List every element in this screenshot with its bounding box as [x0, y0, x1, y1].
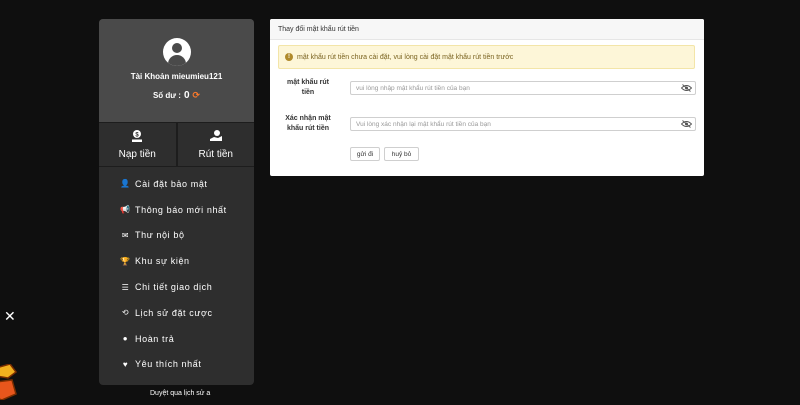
sidebar-item-label: Cài đặt bảo mật	[135, 178, 208, 189]
sidebar-item-notifications[interactable]: 📢 Thông báo mới nhất	[99, 197, 254, 223]
deposit-label: Nạp tiền	[118, 149, 156, 160]
password-label: mật khẩu rút tiền	[286, 79, 329, 96]
sidebar-item-label: Thư nội bộ	[135, 230, 185, 241]
confirm-password-label: Xác nhận mật khẩu rút tiền	[285, 115, 331, 132]
confirm-password-placeholder: Vui lòng xác nhận lại mật khẩu rút tiền …	[356, 120, 491, 128]
megaphone-icon: 📢	[120, 205, 131, 215]
profile-card: Tài Khoản mieumieu121 Số dư : 0 ⟳	[99, 19, 254, 122]
submit-button[interactable]: gửi đi	[350, 147, 380, 161]
account-name: Tài Khoản mieumieu121	[130, 72, 223, 81]
sidebar-item-security[interactable]: 👤 Cài đặt bảo mật	[99, 171, 254, 197]
avatar-icon	[162, 38, 191, 66]
withdraw-password-panel: Thay đổi mật khẩu rút tiền ! mật khẩu rú…	[270, 19, 704, 176]
list-icon: ☰	[121, 282, 130, 292]
withdraw-password-input[interactable]: vui lòng nhập mật khẩu rút tiền của bạn	[350, 81, 696, 95]
browse-history-link[interactable]: Duyệt qua lịch sử a	[150, 390, 210, 397]
brand-logo-icon	[0, 363, 18, 401]
sidebar-item-label: Thông báo mới nhất	[135, 204, 227, 215]
sidebar-menu: 👤 Cài đặt bảo mật 📢 Thông báo mới nhất ✉…	[99, 167, 254, 377]
sidebar-item-events[interactable]: 🏆 Khu sự kiện	[99, 248, 254, 274]
sidebar-item-label: Hoàn trả	[135, 333, 175, 344]
sidebar-item-inbox[interactable]: ✉ Thư nội bộ	[99, 223, 254, 249]
history-icon: ⟲	[121, 308, 130, 318]
sidebar-item-label: Chi tiết giao dịch	[135, 282, 213, 293]
confirm-password-row: Xác nhận mật khẩu rút tiền Vui lòng xác …	[278, 114, 696, 134]
heart-icon: ♥	[122, 359, 129, 369]
deposit-button[interactable]: $ Nạp tiền	[99, 123, 176, 166]
balance: Số dư : 0 ⟳	[153, 90, 200, 101]
password-row: mật khẩu rút tiền vui lòng nhập mật khẩu…	[278, 78, 696, 98]
balance-label: Số dư :	[152, 91, 181, 100]
sidebar-item-bet-history[interactable]: ⟲ Lịch sử đặt cược	[99, 300, 254, 326]
wallet-actions: $ Nạp tiền Rút tiền	[99, 122, 254, 167]
sidebar-item-favorites[interactable]: ♥ Yêu thích nhất	[99, 352, 254, 378]
info-icon: !	[285, 53, 293, 61]
warning-alert: ! mật khẩu rút tiền chưa cài đặt, vui lò…	[278, 45, 695, 69]
sidebar-item-label: Yêu thích nhất	[135, 359, 202, 370]
eye-slash-icon[interactable]	[681, 84, 692, 92]
sidebar-item-transactions[interactable]: ☰ Chi tiết giao dịch	[99, 274, 254, 300]
trophy-icon: 🏆	[120, 256, 131, 266]
eye-slash-icon[interactable]	[681, 120, 692, 128]
cancel-button[interactable]: huỷ bỏ	[384, 147, 419, 161]
withdraw-label: Rút tiền	[198, 149, 233, 160]
withdraw-button[interactable]: Rút tiền	[175, 123, 255, 166]
refresh-icon[interactable]: ⟳	[193, 90, 201, 101]
deposit-icon: $	[130, 129, 144, 145]
sidebar-item-rebate[interactable]: ● Hoàn trả	[99, 326, 254, 352]
close-icon[interactable]: ✕	[4, 308, 16, 325]
account-sidebar: Tài Khoản mieumieu121 Số dư : 0 ⟳ $ Nạp …	[99, 19, 254, 385]
envelope-icon: ✉	[121, 230, 130, 240]
withdraw-icon	[209, 129, 223, 145]
sidebar-item-label: Khu sự kiện	[135, 256, 190, 267]
coin-icon: ●	[122, 334, 129, 344]
user-lock-icon: 👤	[120, 179, 131, 189]
sidebar-item-label: Lịch sử đặt cược	[135, 307, 213, 318]
balance-value: 0	[183, 90, 190, 101]
withdraw-password-placeholder: vui lòng nhập mật khẩu rút tiền của bạn	[356, 84, 470, 92]
alert-text: mật khẩu rút tiền chưa cài đặt, vui lòng…	[297, 53, 514, 61]
panel-title: Thay đổi mật khẩu rút tiền	[270, 19, 704, 40]
confirm-password-input[interactable]: Vui lòng xác nhận lại mật khẩu rút tiền …	[350, 117, 696, 131]
